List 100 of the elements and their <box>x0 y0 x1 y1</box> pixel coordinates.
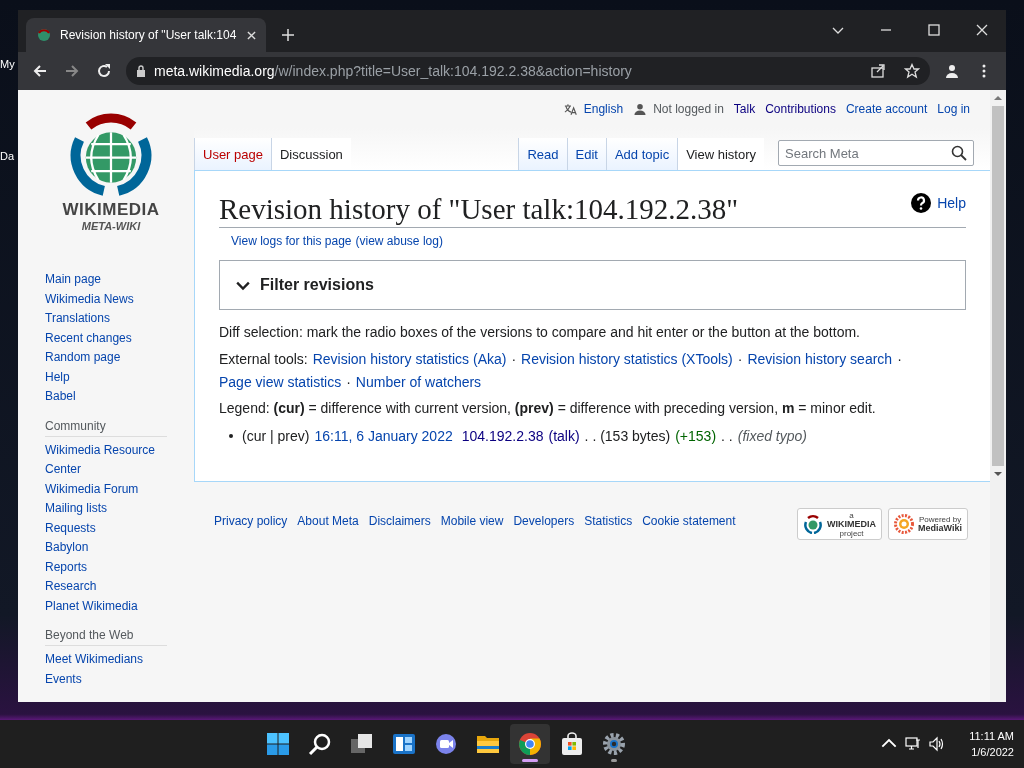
footer-link[interactable]: Privacy policy <box>214 514 288 528</box>
footer-badge[interactable]: a WIKIMEDIA project <box>797 508 883 540</box>
diff-selection-note: Diff selection: mark the radio boxes of the versions to compare and hit enter or the button at the bottom. <box>219 324 861 340</box>
sidebar-link[interactable]: Events <box>45 669 165 689</box>
footer-link[interactable]: Cookie statement <box>642 514 736 528</box>
sunflower-logo-icon <box>894 514 915 534</box>
scroll-down-arrow-icon[interactable] <box>994 471 1002 477</box>
shopping-bag-icon <box>559 732 584 756</box>
sidebar-link[interactable]: Translations <box>45 309 165 329</box>
sidebar-link[interactable]: Babel <box>45 387 165 407</box>
language-link[interactable]: English <box>583 102 624 116</box>
address-bar[interactable]: meta.wikimedia.org/w/index.php?title=User_talk:104.192.2.38&action=history <box>126 57 930 85</box>
network-icon[interactable] <box>905 736 922 752</box>
login-status: Not logged in <box>653 102 724 116</box>
separator-dot: · <box>737 350 743 369</box>
logo-wordmark[interactable]: WIKIMEDIA <box>62 200 160 220</box>
page-tab[interactable]: Add topic <box>605 138 678 170</box>
sidebar-link[interactable]: Meet Wikimedians <box>45 650 165 670</box>
widgets-icon <box>391 732 416 756</box>
page-tab[interactable]: Edit <box>566 138 606 170</box>
desktop-icon-label[interactable]: My <box>0 58 18 70</box>
footer-link[interactable]: Statistics <box>584 514 633 528</box>
maximize-icon[interactable] <box>928 24 940 36</box>
legend-text: Legend: (cur) = difference with current version, (prev) = difference with preceding version, m = minor edit. <box>219 400 877 416</box>
footer-link[interactable]: About Meta <box>297 514 359 528</box>
sidebar-heading: Beyond the Web <box>45 628 167 646</box>
external-tool-link[interactable]: Number of watchers <box>355 371 482 394</box>
page-tab[interactable]: Read <box>518 138 567 170</box>
help-icon[interactable] <box>911 193 932 213</box>
logo-subtitle: META-WIKI <box>81 220 141 232</box>
sidebar-link[interactable]: Research <box>45 577 165 597</box>
sidebar-link[interactable]: Wikimedia Forum <box>45 479 165 499</box>
page-tab[interactable]: Discussion <box>271 138 351 170</box>
external-tool-link[interactable]: Revision history search <box>747 348 893 371</box>
view-logs-link[interactable]: View logs for this page <box>231 234 352 248</box>
sidebar-link[interactable]: Help <box>45 367 165 387</box>
external-tool-link[interactable]: Page view statistics <box>219 371 342 394</box>
personal-link[interactable]: Log in <box>937 102 970 116</box>
close-tab-icon[interactable] <box>247 30 256 40</box>
talk-link[interactable]: (talk) <box>548 428 580 444</box>
revision-date-link[interactable]: 16:11, 6 January 2022 <box>314 428 453 444</box>
close-icon[interactable] <box>976 24 988 36</box>
gear-icon <box>601 732 626 756</box>
bullet-icon <box>229 434 233 438</box>
new-tab-icon[interactable] <box>282 29 294 41</box>
browser-tab[interactable]: Revision history of "User talk:104 <box>26 18 266 52</box>
separator-dot: · <box>346 373 351 392</box>
sidebar-heading: Community <box>45 418 167 437</box>
page-tab[interactable]: User page <box>194 138 271 170</box>
user-link[interactable]: 104.192.2.38 <box>461 428 544 444</box>
separator-dots: . . <box>721 428 733 444</box>
search-icon <box>307 732 332 756</box>
sidebar-link[interactable]: Babylon <box>45 538 165 558</box>
filter-revisions-toggle[interactable]: Filter revisions <box>219 260 966 310</box>
sidebar-link[interactable]: Main page <box>45 270 165 290</box>
revision-size: . . (153 bytes) <box>584 428 671 444</box>
sidebar-link[interactable]: Wikimedia Resource Center <box>45 440 165 480</box>
chrome-taskbar-button[interactable] <box>509 724 550 764</box>
external-tools-label: External tools: <box>219 350 308 369</box>
overlapping-windows-icon <box>349 732 374 756</box>
cur-prev-text: (cur | prev) <box>242 428 310 444</box>
sidebar-link[interactable]: Reports <box>45 557 165 577</box>
volume-icon[interactable] <box>929 736 946 752</box>
wikimedia-logo-icon <box>803 514 824 534</box>
page-tab[interactable]: View history <box>677 138 764 170</box>
share-icon[interactable] <box>870 63 886 79</box>
footer-link[interactable]: Developers <box>513 514 575 528</box>
sidebar-link[interactable]: Random page <box>45 348 165 368</box>
footer-link[interactable]: Mobile view <box>440 514 504 528</box>
chrome-icon <box>517 732 542 756</box>
translate-icon <box>563 102 578 116</box>
windows-logo-icon <box>265 732 290 756</box>
clock[interactable]: 11:11 AM 1/6/2022 <box>969 728 1014 760</box>
search-icon[interactable] <box>951 145 967 161</box>
help-link[interactable]: Help <box>937 195 966 211</box>
globe-favicon-icon <box>36 27 52 43</box>
sidebar-link[interactable]: Mailing lists <box>45 499 165 519</box>
size-change: (+153) <box>675 428 717 444</box>
personal-link[interactable]: Contributions <box>765 102 836 116</box>
sidebar-link[interactable]: Recent changes <box>45 328 165 348</box>
external-tool-link[interactable]: Revision history statistics (Aka) <box>312 348 507 371</box>
sidebar-link[interactable]: Requests <box>45 518 165 538</box>
personal-link[interactable]: Talk <box>733 102 756 116</box>
video-chat-icon <box>433 732 458 756</box>
star-icon[interactable] <box>904 63 920 79</box>
personal-link[interactable]: Create account <box>845 102 928 116</box>
edit-summary: (fixed typo) <box>737 428 807 444</box>
scrollbar-thumb[interactable] <box>992 106 1004 466</box>
abuse-log-link[interactable]: (view abuse log) <box>355 234 443 248</box>
user-icon <box>633 102 648 116</box>
external-tool-link[interactable]: Revision history statistics (XTools) <box>521 348 733 371</box>
page-title: Revision history of "User talk:104.192.2.38" <box>219 192 740 227</box>
scrollbar[interactable] <box>990 90 1006 702</box>
footer-badge[interactable]: Powered by MediaWiki <box>888 508 968 540</box>
sidebar-link[interactable]: Wikimedia News <box>45 289 165 309</box>
scroll-up-arrow-icon[interactable] <box>994 95 1002 101</box>
desktop-icon-label[interactable]: Da <box>0 150 18 162</box>
sidebar-link[interactable]: Planet Wikimedia <box>45 596 165 616</box>
footer-link[interactable]: Disclaimers <box>368 514 431 528</box>
search-field[interactable]: Search Meta <box>778 140 974 166</box>
